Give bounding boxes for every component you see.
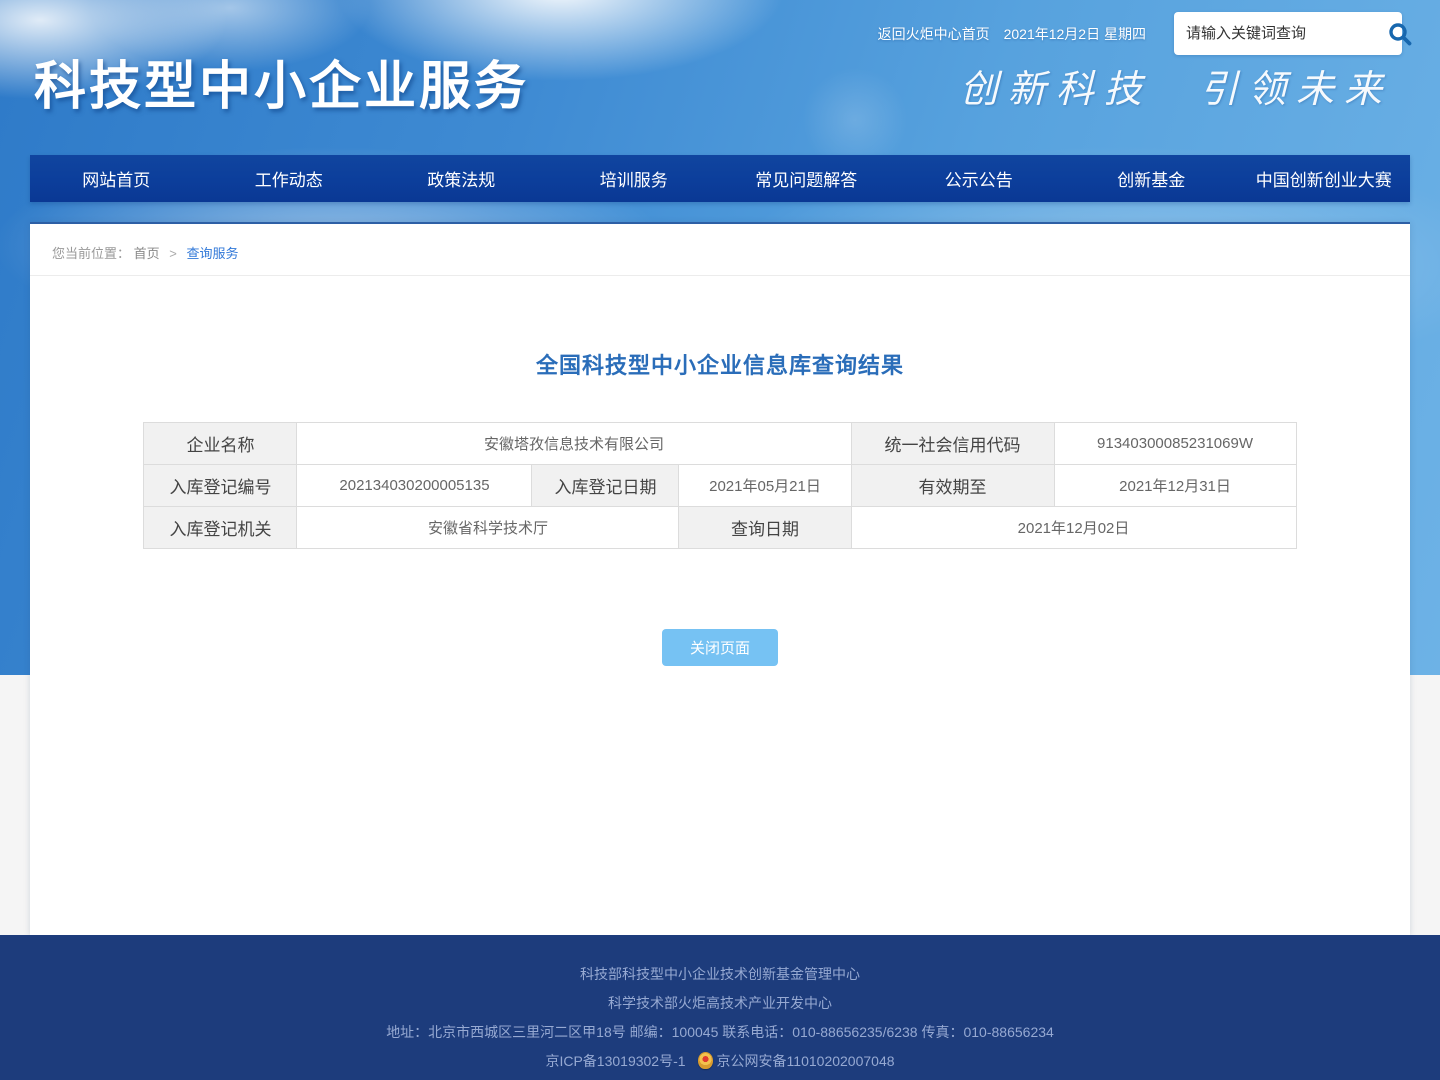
breadcrumb: 您当前位置： 首页 > 查询服务 bbox=[30, 224, 1410, 276]
nav-item-announcements[interactable]: 公示公告 bbox=[893, 155, 1066, 202]
site-footer: 科技部科技型中小企业技术创新基金管理中心 科学技术部火炬高技术产业开发中心 地址… bbox=[0, 935, 1440, 1080]
breadcrumb-current-link[interactable]: 查询服务 bbox=[187, 246, 239, 261]
result-table: 企业名称 安徽塔孜信息技术有限公司 统一社会信用代码 9134030008523… bbox=[143, 422, 1296, 549]
footer-address: 地址：北京市西城区三里河二区甲18号 邮编：100045 联系电话：010-88… bbox=[0, 1018, 1440, 1047]
search-box bbox=[1174, 12, 1402, 55]
search-button[interactable] bbox=[1385, 19, 1415, 49]
table-row-company: 企业名称 安徽塔孜信息技术有限公司 统一社会信用代码 9134030008523… bbox=[144, 423, 1296, 465]
breadcrumb-home-link[interactable]: 首页 bbox=[134, 246, 160, 261]
close-page-button[interactable]: 关闭页面 bbox=[662, 629, 778, 666]
site-slogan: 创新科技 引领未来 bbox=[960, 58, 1392, 113]
nav-item-home[interactable]: 网站首页 bbox=[30, 155, 203, 202]
site-header: 科技型中小企业服务 创新科技 引领未来 返回火炬中心首页 2021年12月2日 … bbox=[0, 0, 1440, 155]
credit-code-value: 91340300085231069W bbox=[1054, 423, 1296, 465]
public-security-license-link[interactable]: 京公网安备11010202007048 bbox=[717, 1053, 895, 1069]
icp-license-link[interactable]: 京ICP备13019302号-1 bbox=[545, 1053, 685, 1069]
footer-beian-row: 京ICP备13019302号-1 京公网安备11010202007048 bbox=[0, 1047, 1440, 1076]
nav-item-policies[interactable]: 政策法规 bbox=[375, 155, 548, 202]
footer-org-line2: 科学技术部火炬高技术产业开发中心 bbox=[0, 989, 1440, 1018]
reg-authority-value: 安徽省科学技术厅 bbox=[297, 507, 679, 549]
breadcrumb-separator: > bbox=[169, 246, 177, 261]
nav-item-faq[interactable]: 常见问题解答 bbox=[720, 155, 893, 202]
torch-home-link[interactable]: 返回火炬中心首页 bbox=[878, 24, 990, 44]
table-row-authority: 入库登记机关 安徽省科学技术厅 查询日期 2021年12月02日 bbox=[144, 507, 1296, 549]
company-name-label: 企业名称 bbox=[144, 423, 297, 465]
nav-item-innovation-fund[interactable]: 创新基金 bbox=[1065, 155, 1238, 202]
site-logo[interactable]: 科技型中小企业服务 bbox=[34, 44, 529, 119]
content-panel: 您当前位置： 首页 > 查询服务 全国科技型中小企业信息库查询结果 企业名称 安… bbox=[30, 222, 1410, 935]
search-input[interactable] bbox=[1186, 25, 1385, 42]
breadcrumb-prefix: 您当前位置： bbox=[52, 246, 130, 261]
credit-code-label: 统一社会信用代码 bbox=[851, 423, 1054, 465]
valid-until-label: 有效期至 bbox=[851, 465, 1054, 507]
public-security-badge-icon bbox=[698, 1052, 713, 1069]
query-date-label: 查询日期 bbox=[679, 507, 851, 549]
search-icon bbox=[1387, 35, 1413, 50]
reg-authority-label: 入库登记机关 bbox=[144, 507, 297, 549]
reg-date-value: 2021年05月21日 bbox=[679, 465, 851, 507]
result-title: 全国科技型中小企业信息库查询结果 bbox=[30, 348, 1410, 380]
valid-until-value: 2021年12月31日 bbox=[1054, 465, 1296, 507]
current-date: 2021年12月2日 星期四 bbox=[1004, 24, 1146, 44]
main-nav: 网站首页 工作动态 政策法规 培训服务 常见问题解答 公示公告 创新基金 中国创… bbox=[30, 155, 1410, 202]
reg-number-label: 入库登记编号 bbox=[144, 465, 297, 507]
reg-number-value: 202134030200005135 bbox=[297, 465, 532, 507]
nav-item-competition[interactable]: 中国创新创业大赛 bbox=[1238, 155, 1411, 202]
footer-org-line1: 科技部科技型中小企业技术创新基金管理中心 bbox=[0, 960, 1440, 989]
reg-date-label: 入库登记日期 bbox=[532, 465, 679, 507]
query-date-value: 2021年12月02日 bbox=[851, 507, 1296, 549]
nav-item-training[interactable]: 培训服务 bbox=[548, 155, 721, 202]
nav-item-work-news[interactable]: 工作动态 bbox=[203, 155, 376, 202]
topbar: 返回火炬中心首页 2021年12月2日 星期四 bbox=[878, 12, 1402, 55]
page: 科技型中小企业服务 创新科技 引领未来 返回火炬中心首页 2021年12月2日 … bbox=[0, 0, 1440, 1080]
company-name-value: 安徽塔孜信息技术有限公司 bbox=[297, 423, 851, 465]
table-row-registration: 入库登记编号 202134030200005135 入库登记日期 2021年05… bbox=[144, 465, 1296, 507]
